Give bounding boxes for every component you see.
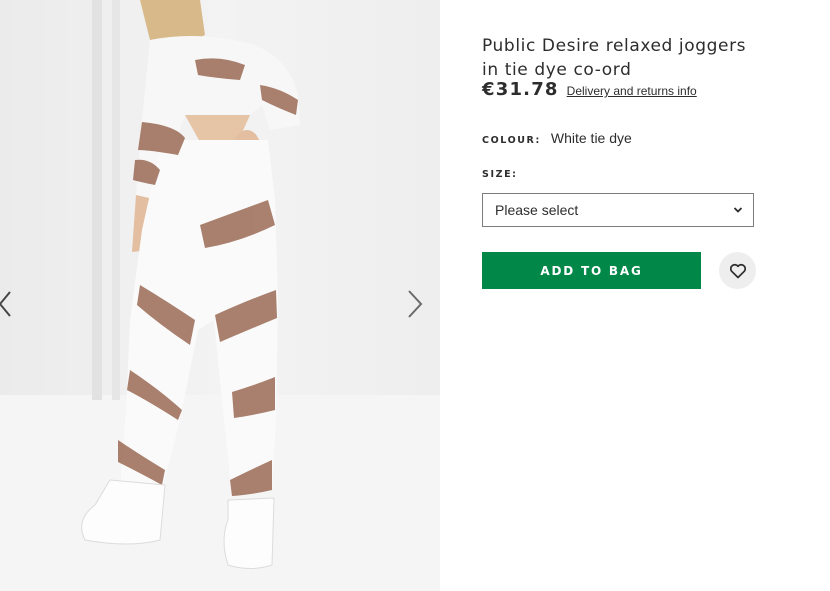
colour-row: COLOUR: White tie dye [482,130,632,146]
price-row: €31.78 Delivery and returns info [482,79,697,100]
chevron-left-icon [0,291,11,317]
size-select[interactable]: Please select [482,193,754,227]
product-title: Public Desire relaxed joggers in tie dye… [482,36,747,81]
chevron-right-icon [408,290,423,318]
product-photo [0,0,440,591]
gallery-next-button[interactable] [402,287,428,321]
product-price: €31.78 [482,79,559,100]
gallery-prev-button[interactable] [0,287,18,321]
colour-value: White tie dye [550,130,632,146]
product-image-gallery [0,0,440,591]
colour-label: COLOUR: [482,135,541,146]
save-for-later-button[interactable] [719,252,756,289]
add-to-bag-button[interactable]: ADD TO BAG [482,252,701,289]
heart-icon [729,263,746,278]
chevron-down-icon [733,207,743,213]
size-label: SIZE: [482,169,518,180]
delivery-returns-link[interactable]: Delivery and returns info [567,84,697,98]
size-select-value: Please select [495,202,579,218]
